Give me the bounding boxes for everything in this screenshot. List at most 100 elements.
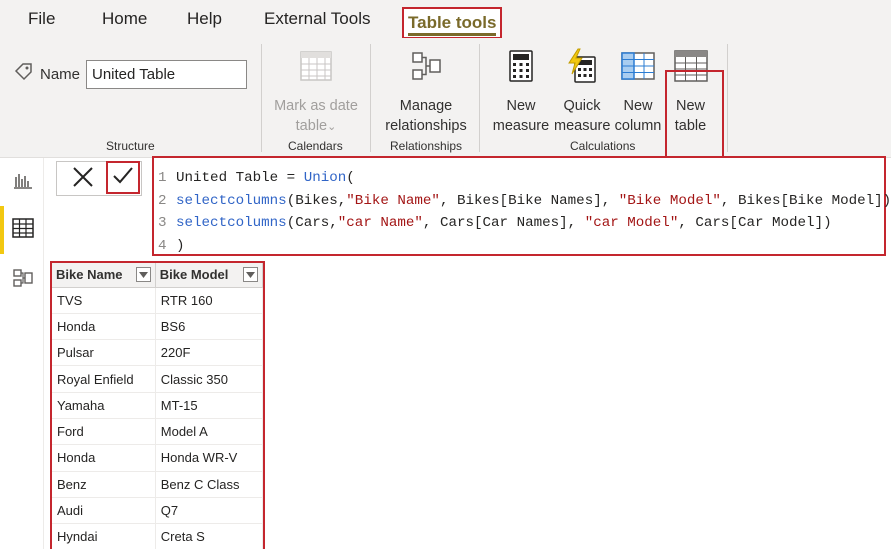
code-token: selectcolumns	[176, 215, 287, 231]
table-row: Honda BS6	[52, 313, 263, 341]
model-view-button[interactable]	[8, 266, 38, 294]
line-number: 3	[158, 215, 167, 231]
new-column-label-1: New	[623, 98, 653, 114]
line-number: 4	[158, 237, 167, 254]
mark-as-date-label-1: Mark as date	[274, 98, 358, 114]
report-view-icon	[13, 171, 33, 194]
code-token: Union	[303, 170, 347, 186]
chevron-down-icon	[246, 271, 255, 278]
new-column-icon	[612, 48, 664, 90]
chevron-down-icon	[138, 271, 148, 278]
commit-formula-button[interactable]	[106, 161, 140, 194]
column-header-label: Bike Name	[56, 267, 123, 283]
code-token: , Cars[Car Model])	[678, 215, 832, 231]
table-row: Honda Honda WR-V	[52, 444, 263, 472]
group-divider	[727, 44, 728, 152]
new-measure-label-2: measure	[492, 118, 550, 134]
quick-measure-label-2: measure	[554, 118, 611, 134]
column-header-label: Bike Model	[159, 267, 229, 283]
table-row: Audi Q7	[52, 497, 263, 525]
code-line: 2 selectcolumns(Bikes,"Bike Name", Bikes[…	[154, 190, 891, 213]
column-filter-button[interactable]	[243, 267, 258, 282]
cell-bike-model: BS6	[155, 313, 263, 341]
report-view-button[interactable]	[8, 168, 38, 196]
tab-home[interactable]: Home	[102, 9, 147, 29]
table-body: TVS RTR 160 Honda BS6 Pulsar 220F Royal Enfiel…	[52, 287, 263, 549]
cell-bike-name: Pulsar	[52, 339, 156, 367]
code-token: "car Name"	[337, 215, 423, 231]
data-view-button[interactable]	[8, 216, 38, 244]
table-name-input[interactable]	[86, 60, 247, 89]
code-token: "car Model"	[584, 215, 679, 231]
manage-relationships-button[interactable]: Manage relationships	[378, 48, 474, 136]
quick-measure-button[interactable]: Quick measure	[554, 48, 610, 136]
checkmark-icon	[112, 165, 134, 190]
line-number: 2	[158, 192, 167, 209]
cell-bike-model: Model A	[155, 418, 263, 446]
new-measure-label-1: New	[506, 98, 536, 114]
line-number: 1	[158, 170, 167, 186]
cell-bike-name: Yamaha	[52, 392, 156, 419]
table-header-row: Bike Name Bike Model	[52, 263, 263, 288]
relationships-icon	[378, 48, 474, 90]
code-token: , Cars[Car Names],	[422, 215, 585, 231]
cell-bike-name: TVS	[52, 287, 156, 314]
mark-as-date-label-2-text: table	[295, 118, 328, 134]
cell-bike-name: Hyndai	[52, 523, 156, 549]
quick-calculator-icon	[554, 48, 610, 90]
column-filter-button[interactable]	[135, 267, 151, 282]
group-label-calendars: Calendars	[288, 139, 343, 153]
code-token: , Bikes[Bike Names],	[439, 192, 619, 209]
group-divider	[261, 44, 262, 152]
manage-label-2: relationships	[385, 118, 467, 134]
table-row: Yamaha MT-15	[52, 392, 263, 419]
new-measure-button[interactable]: New measure	[490, 48, 552, 136]
table-row: Hyndai Creta S	[52, 523, 263, 549]
group-divider	[370, 44, 371, 152]
cell-bike-name: Ford	[52, 418, 156, 446]
group-label-relationships: Relationships	[390, 139, 463, 153]
menu-bar: File Home Help External Tools Table tool…	[0, 0, 891, 39]
cell-bike-name: Honda	[52, 313, 156, 341]
table-row: Royal Enfield Classic 350	[52, 365, 263, 393]
formula-editor[interactable]: 1 United Table = Union(2 selectcolumns(Bik…	[152, 156, 891, 257]
model-view-icon	[12, 267, 34, 294]
view-switcher	[0, 158, 44, 549]
code-line: 1 United Table = Union(	[154, 167, 884, 190]
cell-bike-model: MT-15	[155, 392, 263, 419]
cell-bike-model: Q7	[155, 497, 263, 525]
tab-table-tools[interactable]: Table tools	[402, 7, 503, 39]
cell-bike-model: Benz C Class	[155, 471, 263, 498]
tab-help[interactable]: Help	[187, 9, 222, 29]
active-view-indicator	[0, 206, 4, 254]
data-view-icon	[12, 217, 34, 243]
cancel-formula-button[interactable]	[63, 165, 103, 193]
calendar-table-icon	[270, 48, 362, 90]
cell-bike-model: Honda WR-V	[155, 444, 263, 472]
cell-bike-name: Audi	[52, 497, 156, 525]
cell-bike-name: Royal Enfield	[52, 365, 156, 393]
tab-external-tools[interactable]: External Tools	[264, 9, 370, 29]
mark-as-date-table-button[interactable]: Mark as date table⌄	[270, 48, 362, 137]
code-token: (	[346, 170, 355, 186]
cell-bike-model: RTR 160	[155, 287, 263, 314]
code-lines: 1 United Table = Union(2 selectcolumns(Bik…	[154, 167, 891, 257]
code-token: (Bikes,	[286, 192, 347, 209]
cell-bike-model: Creta S	[155, 523, 263, 549]
data-table: Bike Name Bike Model TVS RTR 160 Honda BS6 P…	[50, 261, 265, 549]
table-row: Ford Model A	[52, 418, 263, 446]
column-header-bike-model[interactable]: Bike Model	[155, 263, 263, 288]
mark-as-date-label-2: table⌄	[270, 116, 362, 137]
cell-bike-model: Classic 350	[155, 365, 263, 393]
code-token: (Cars,	[286, 215, 338, 231]
cell-bike-model: 220F	[155, 339, 263, 367]
code-token: , Bikes[Bike Model]),	[720, 192, 891, 209]
new-column-button[interactable]: New column	[612, 48, 664, 136]
new-column-label-2: column	[614, 118, 662, 134]
quick-measure-label-1: Quick	[563, 98, 601, 114]
column-header-bike-name[interactable]: Bike Name	[52, 263, 156, 288]
chevron-down-icon: ⌄	[327, 121, 337, 133]
code-token: selectcolumns	[176, 192, 287, 209]
tag-icon	[14, 62, 34, 82]
tab-file[interactable]: File	[28, 9, 55, 29]
